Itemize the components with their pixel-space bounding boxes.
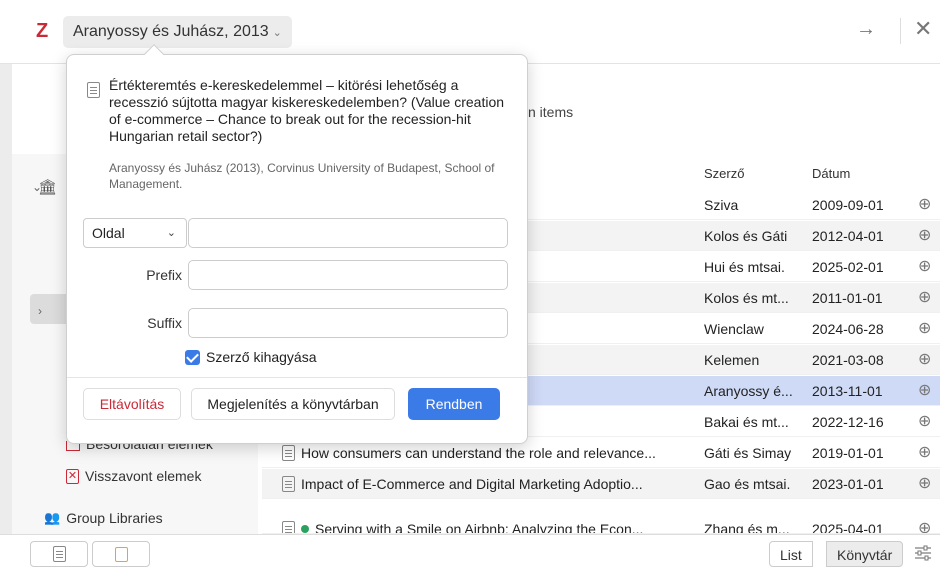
citation-details-popup: Értékteremtés e-kereskedelemmel – kitöré…: [66, 44, 528, 444]
row-date: 2024-06-28: [812, 321, 884, 337]
omit-author-checkbox[interactable]: Szerző kihagyása: [185, 349, 317, 365]
show-in-library-button[interactable]: Megjelenítés a könyvtárban: [191, 388, 395, 420]
row-author: Kolos és Gáti: [704, 228, 788, 244]
notes-mode-tab[interactable]: [92, 541, 150, 567]
library-mode-toggle[interactable]: Könyvtár: [826, 541, 904, 567]
list-mode-toggle[interactable]: List: [769, 541, 813, 567]
row-date: 2019-01-01: [812, 445, 884, 461]
add-citation-icon[interactable]: ⊕: [918, 256, 931, 276]
ok-button[interactable]: Rendben: [408, 388, 500, 420]
row-date: 2025-02-01: [812, 259, 884, 275]
document-icon: [282, 521, 295, 533]
row-author: Wienclaw: [704, 321, 764, 337]
row-title: Serving with a Smile on Airbnb: Analyzin…: [315, 521, 644, 534]
add-citation-icon[interactable]: ⊕: [918, 225, 931, 245]
row-date: 2009-09-01: [812, 197, 884, 213]
column-header-date[interactable]: Dátum: [812, 166, 850, 181]
row-date: 2023-01-01: [812, 476, 884, 492]
table-row[interactable]: Serving with a Smile on Airbnb: Analyzin…: [262, 500, 940, 534]
row-date: 2011-01-01: [812, 290, 883, 306]
settings-sliders-icon[interactable]: [914, 545, 932, 561]
zotero-logo: Z: [36, 20, 49, 42]
items-count-text: n items: [528, 104, 574, 120]
status-dot-icon: [301, 525, 309, 533]
row-author: Hui és mtsai.: [704, 259, 785, 275]
group-icon: 👥: [44, 510, 61, 525]
row-author: Bakai és mt...: [704, 414, 789, 430]
accept-arrow-icon[interactable]: →: [856, 18, 876, 41]
row-author: Zhang és m...: [704, 521, 790, 534]
citation-mode-tab[interactable]: [30, 541, 88, 567]
row-author: Kelemen: [704, 352, 760, 368]
expand-caret-icon[interactable]: ›: [38, 304, 42, 318]
add-citation-icon[interactable]: ⊕: [918, 349, 931, 369]
document-icon: [282, 445, 295, 461]
prefix-label: Prefix: [146, 267, 182, 283]
document-icon: [52, 546, 66, 562]
add-citation-icon[interactable]: ⊕: [918, 518, 931, 533]
item-title: Értékteremtés e-kereskedelemmel – kitöré…: [109, 77, 505, 144]
row-author: Sziva: [704, 197, 739, 213]
sidebar-item-label: Visszavont elemek: [85, 468, 202, 484]
row-title: Impact of E-Commerce and Digital Marketi…: [301, 476, 643, 492]
prefix-input[interactable]: [188, 260, 508, 290]
document-icon: [87, 82, 100, 98]
checkbox-checked-icon: [185, 349, 200, 365]
add-citation-icon[interactable]: ⊕: [918, 442, 931, 462]
citation-bubble-label: Aranyossy és Juhász, 2013: [73, 23, 269, 40]
chevron-down-icon: ⌄: [272, 27, 282, 39]
row-date: 2022-12-16: [812, 414, 884, 430]
omit-author-label: Szerző kihagyása: [206, 349, 317, 365]
add-citation-icon[interactable]: ⊕: [918, 473, 931, 493]
sidebar-item-retracted[interactable]: ✕ Visszavont elemek: [66, 468, 201, 484]
suffix-label: Suffix: [147, 315, 182, 331]
citation-bubble[interactable]: Aranyossy és Juhász, 2013 ⌄: [63, 16, 292, 48]
sidebar-item-group-libraries[interactable]: 👥 Group Libraries: [44, 510, 163, 526]
row-author: Gáti és Simay: [704, 445, 792, 461]
close-icon[interactable]: ✕: [914, 16, 932, 42]
add-citation-icon[interactable]: ⊕: [918, 411, 931, 431]
library-icon: 🏛: [38, 179, 58, 196]
locator-input[interactable]: [188, 218, 508, 248]
row-date: 2025-04-01: [812, 521, 884, 534]
row-date: 2012-04-01: [812, 228, 884, 244]
column-header-author[interactable]: Szerző: [704, 166, 744, 181]
locator-type-value: Oldal: [92, 225, 125, 241]
add-citation-icon[interactable]: ⊕: [918, 380, 931, 400]
note-icon: [114, 546, 128, 562]
bottom-bar: List Könyvtár: [0, 534, 940, 569]
zotero-citation-dialog: Z Aranyossy és Juhász, 2013 ⌄ → ✕ n items…: [0, 0, 940, 569]
window-edge: [0, 64, 12, 569]
row-date: 2021-03-08: [812, 352, 884, 368]
row-author: Gao és mtsai.: [704, 476, 791, 492]
remove-button[interactable]: Eltávolítás: [83, 388, 181, 420]
row-date: 2013-11-01: [812, 383, 883, 399]
table-row[interactable]: Impact of E-Commerce and Digital Marketi…: [262, 469, 940, 499]
divider: [67, 377, 527, 378]
item-metadata: Aranyossy és Juhász (2013), Corvinus Uni…: [109, 161, 495, 191]
locator-type-select[interactable]: Oldal ⌄: [83, 218, 187, 248]
row-author: Kolos és mt...: [704, 290, 789, 306]
document-icon: [282, 476, 295, 492]
chevron-down-icon: ⌄: [166, 227, 176, 239]
suffix-input[interactable]: [188, 308, 508, 338]
add-citation-icon[interactable]: ⊕: [918, 194, 931, 214]
row-title: How consumers can understand the role an…: [301, 445, 656, 461]
row-author: Aranyossy é...: [704, 383, 793, 399]
sidebar-item-label: Group Libraries: [66, 510, 163, 526]
add-citation-icon[interactable]: ⊕: [918, 287, 931, 307]
add-citation-icon[interactable]: ⊕: [918, 318, 931, 338]
retracted-icon: ✕: [66, 468, 79, 484]
divider: [900, 18, 901, 44]
